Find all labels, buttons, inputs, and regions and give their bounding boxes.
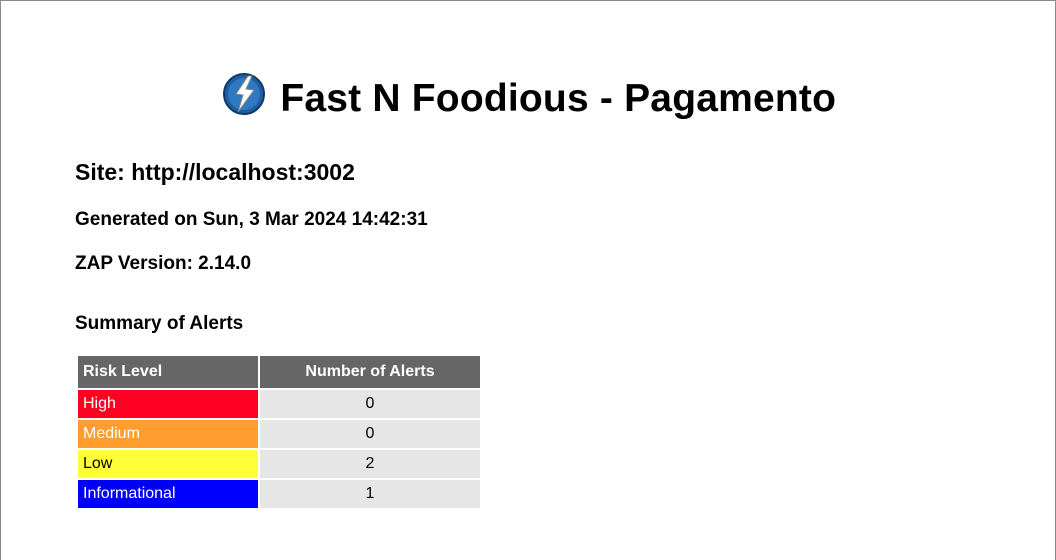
zap-lightning-logo-icon bbox=[222, 72, 266, 116]
alerts-summary-table: Risk Level Number of Alerts High 0 Medium 0… bbox=[76, 354, 482, 510]
page-title: Fast N Foodious - Pagamento bbox=[280, 77, 837, 120]
report-header: Fast N Foodious - Pagamento bbox=[1, 73, 1056, 121]
risk-level-cell: High bbox=[78, 390, 258, 418]
alert-count-cell: 0 bbox=[260, 420, 480, 448]
generated-date: Generated on Sun, 3 Mar 2024 14:42:31 bbox=[75, 209, 428, 230]
column-header-risk-level: Risk Level bbox=[78, 356, 258, 388]
risk-level-cell: Low bbox=[78, 450, 258, 478]
summary-heading: Summary of Alerts bbox=[75, 313, 244, 334]
zap-version: ZAP Version: 2.14.0 bbox=[75, 253, 252, 274]
site-label: Site: http://localhost:3002 bbox=[75, 159, 355, 185]
risk-level-cell: Medium bbox=[78, 420, 258, 448]
table-header-row: Risk Level Number of Alerts bbox=[78, 356, 480, 388]
alert-count-cell: 2 bbox=[260, 450, 480, 478]
alert-count-cell: 0 bbox=[260, 390, 480, 418]
risk-level-cell: Informational bbox=[78, 480, 258, 508]
table-row: Low 2 bbox=[78, 450, 480, 478]
table-row: High 0 bbox=[78, 390, 480, 418]
table-row: Informational 1 bbox=[78, 480, 480, 508]
table-row: Medium 0 bbox=[78, 420, 480, 448]
column-header-number-of-alerts: Number of Alerts bbox=[260, 356, 480, 388]
alert-count-cell: 1 bbox=[260, 480, 480, 508]
